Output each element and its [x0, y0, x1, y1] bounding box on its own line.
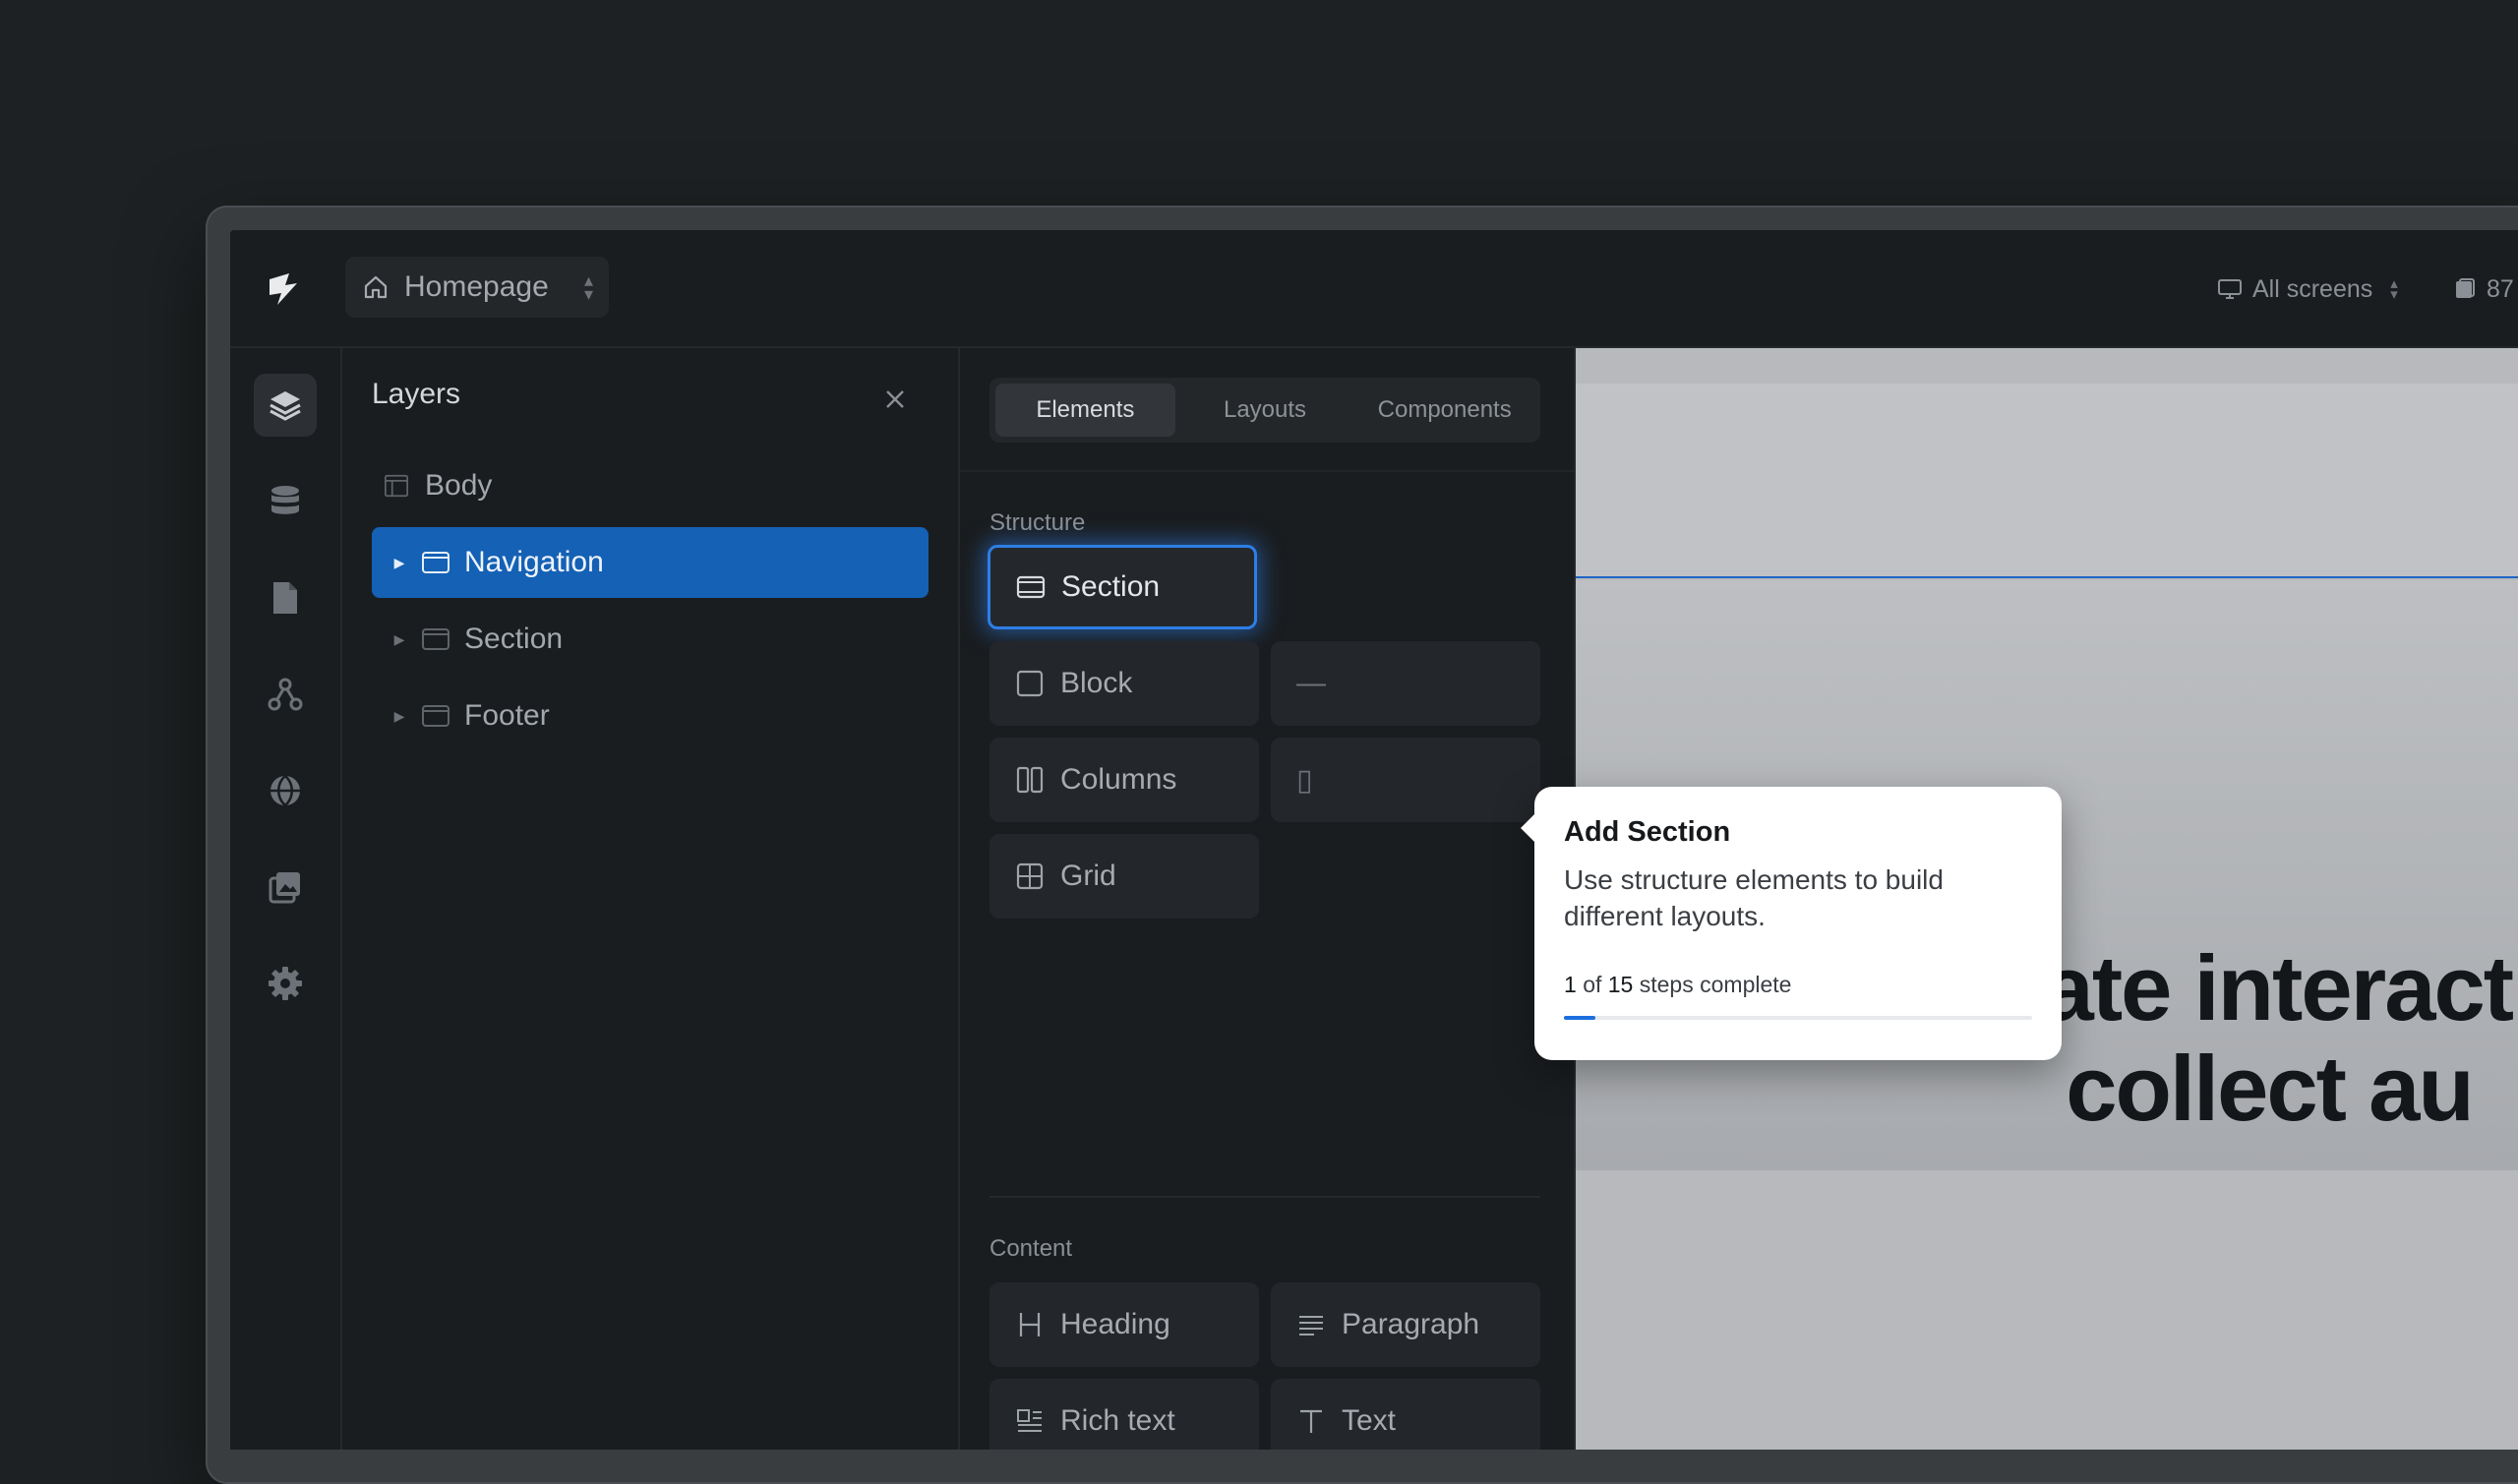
steps-total: 15: [1607, 972, 1634, 997]
page-icon: [273, 582, 297, 614]
add-grid-button[interactable]: Grid: [989, 834, 1259, 919]
home-icon: [364, 275, 388, 299]
cms-rail-button[interactable]: [254, 470, 317, 533]
hidden-element-button[interactable]: ▯: [1271, 738, 1540, 822]
layer-row-section[interactable]: ▶ Section: [372, 604, 929, 675]
screens-label: All screens: [2252, 274, 2373, 303]
assets-rail-button[interactable]: [254, 856, 317, 919]
body-layer-icon: [385, 474, 408, 498]
steps-done: 1: [1564, 972, 1577, 997]
element-label: Section: [1061, 570, 1161, 603]
tab-elements[interactable]: Elements: [995, 384, 1175, 437]
element-icon-partial: ▯: [1296, 763, 1313, 797]
hidden-element-button[interactable]: —: [1271, 641, 1540, 726]
width-value: 87: [2487, 274, 2514, 303]
page-selector[interactable]: Homepage ▴ ▾: [345, 257, 609, 318]
tooltip-title: Add Section: [1564, 816, 1731, 848]
text-icon: [1300, 1409, 1322, 1433]
database-icon: [271, 486, 299, 514]
layers-title: Layers: [372, 378, 461, 410]
pages-rail-button[interactable]: [254, 566, 317, 629]
page-name: Homepage: [404, 270, 549, 303]
globe-icon: [270, 775, 300, 806]
screens-selector[interactable]: All screens ▴ ▾: [2217, 266, 2398, 313]
steps-of: of: [1583, 972, 1602, 997]
element-label: Columns: [1060, 763, 1177, 796]
app-logo[interactable]: [260, 266, 307, 313]
columns-icon: [1016, 766, 1044, 794]
add-elements-panel: Elements Layouts Components Structure Se…: [960, 348, 1576, 1450]
layer-label: Section: [464, 623, 564, 655]
add-heading-button[interactable]: Heading: [989, 1282, 1259, 1367]
section-layer-icon: [422, 628, 450, 650]
steps-progress-bar: [1564, 1016, 2032, 1020]
element-label: Grid: [1060, 860, 1116, 892]
layers-icon: [270, 391, 301, 421]
structure-label: Structure: [989, 509, 1086, 536]
elements-tabs: Elements Layouts Components: [989, 378, 1540, 443]
section-icon: [1016, 575, 1046, 599]
steps-progress-fill: [1564, 1016, 1595, 1020]
add-paragraph-button[interactable]: Paragraph: [1271, 1282, 1540, 1367]
tooltip-body: Use structure elements to build differen…: [1564, 864, 1944, 931]
section-layer-icon: [422, 705, 450, 727]
chevron-updown-icon: ▴ ▾: [2390, 275, 2398, 303]
steps-suffix: steps complete: [1639, 972, 1792, 997]
element-label: Block: [1060, 667, 1133, 699]
paragraph-icon: [1299, 1316, 1323, 1336]
steps-progress-text: 1 of 15 steps complete: [1564, 972, 1791, 998]
add-rich-text-button[interactable]: Rich text: [989, 1379, 1259, 1450]
section-layer-icon: [422, 552, 450, 573]
selected-navigation-outline[interactable]: [1576, 384, 2518, 578]
content-label: Content: [989, 1235, 1073, 1262]
caret-right-icon[interactable]: ▶: [388, 555, 411, 571]
tab-components[interactable]: Components: [1354, 384, 1534, 437]
tab-layouts[interactable]: Layouts: [1175, 384, 1355, 437]
add-section-button[interactable]: Section: [988, 545, 1257, 629]
assets-icon: [269, 872, 300, 904]
divider: [989, 1196, 1540, 1198]
components-icon: [268, 678, 303, 711]
close-icon[interactable]: [879, 384, 911, 415]
element-label: Paragraph: [1342, 1308, 1480, 1340]
grid-icon: [1016, 862, 1044, 890]
layer-label: Body: [425, 469, 493, 502]
settings-icon: [269, 967, 302, 1000]
layer-row-body[interactable]: Body: [372, 450, 929, 521]
layer-label: Footer: [464, 699, 550, 732]
rich-text-icon: [1017, 1409, 1042, 1432]
heading-icon: [1019, 1313, 1041, 1336]
block-icon: [1016, 670, 1044, 697]
width-indicator[interactable]: 87: [2453, 266, 2514, 313]
onboarding-tooltip: Add Section Use structure elements to bu…: [1521, 787, 2062, 1060]
layers-rail-button[interactable]: [254, 374, 317, 437]
settings-rail-button[interactable]: [254, 952, 317, 1015]
element-label: Rich text: [1060, 1404, 1175, 1437]
monitor-icon: [2218, 279, 2242, 299]
add-columns-button[interactable]: Columns: [989, 738, 1259, 822]
top-bar: Homepage ▴ ▾ All screens ▴ ▾ 87: [230, 230, 2518, 348]
breakpoint-icon: [2456, 278, 2475, 298]
layer-row-navigation[interactable]: ▶ Navigation: [372, 527, 929, 598]
layer-row-footer[interactable]: ▶ Footer: [372, 681, 929, 751]
components-rail-button[interactable]: [254, 663, 317, 726]
add-block-button[interactable]: Block: [989, 641, 1259, 726]
element-label: Heading: [1060, 1308, 1170, 1340]
divider: [960, 470, 1574, 472]
app-window: Homepage ▴ ▾ All screens ▴ ▾ 87 Layers B…: [230, 230, 2518, 1450]
element-label: Text: [1342, 1404, 1397, 1437]
add-text-button[interactable]: Text: [1271, 1379, 1540, 1450]
localization-rail-button[interactable]: [254, 759, 317, 822]
chevron-updown-icon: ▴ ▾: [583, 270, 593, 304]
element-icon-partial: —: [1296, 667, 1326, 699]
layers-panel: Layers Body ▶ Navigation ▶ Section ▶ Foo…: [342, 348, 960, 1450]
caret-right-icon[interactable]: ▶: [388, 631, 411, 648]
caret-right-icon[interactable]: ▶: [388, 708, 411, 725]
layer-label: Navigation: [464, 546, 604, 578]
icon-rail: [230, 348, 342, 1450]
